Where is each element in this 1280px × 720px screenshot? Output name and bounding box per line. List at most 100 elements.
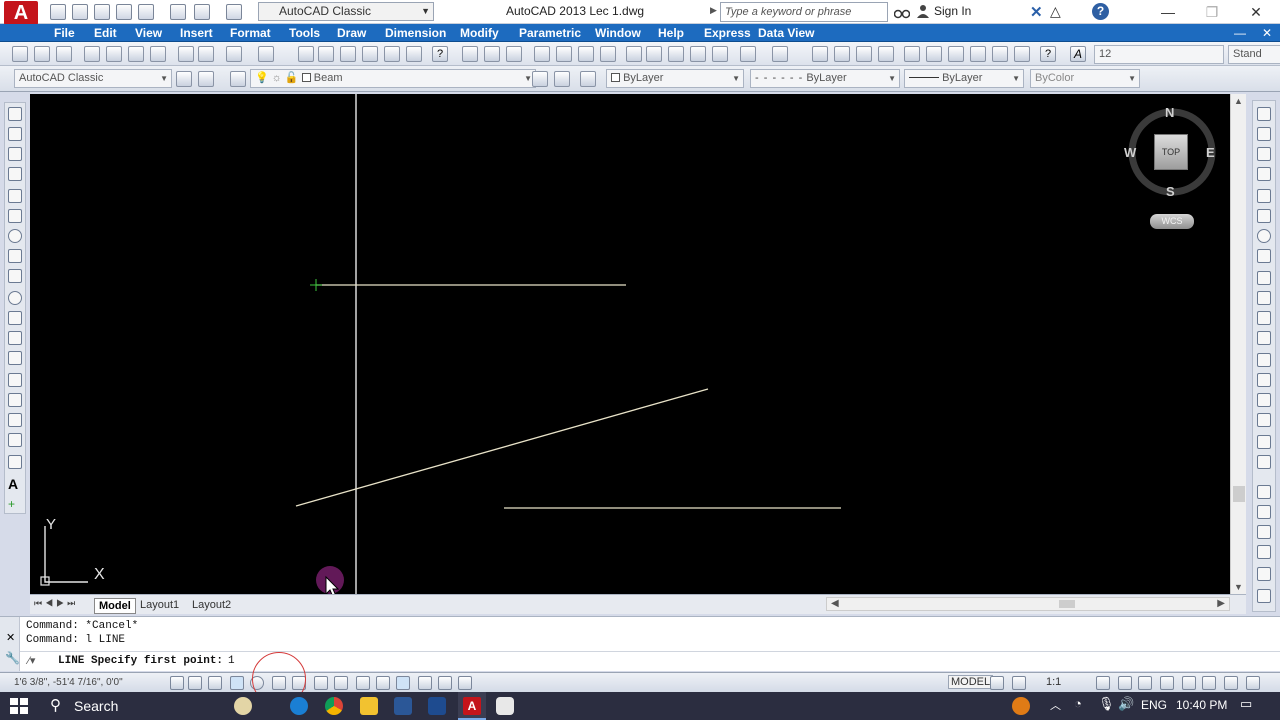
ellipse-arc-icon[interactable] — [8, 311, 22, 325]
redo-icon[interactable] — [258, 46, 274, 62]
menu-minimize-icon[interactable]: — — [1234, 26, 1246, 40]
break-at-point-icon[interactable] — [1257, 331, 1271, 345]
save-icon[interactable] — [94, 4, 110, 20]
tool-palettes-icon[interactable] — [948, 46, 964, 62]
user-icon[interactable] — [916, 4, 930, 18]
binoculars-icon[interactable] — [893, 4, 911, 20]
annotation-scale[interactable]: 1:1 — [1046, 676, 1061, 688]
add-selected-icon[interactable]: + — [8, 497, 22, 511]
revision-cloud-icon[interactable] — [8, 249, 22, 263]
make-block-icon[interactable] — [8, 351, 22, 365]
close-button[interactable]: ✕ — [1236, 2, 1276, 22]
notification-center-icon[interactable]: ▭ — [1240, 696, 1252, 712]
word-icon[interactable] — [394, 697, 412, 715]
publish-icon[interactable] — [138, 4, 154, 20]
sign-in-link[interactable]: Sign In — [934, 4, 971, 18]
array-icon[interactable] — [1257, 189, 1271, 203]
insert-block-icon[interactable] — [8, 331, 22, 345]
design-center-icon[interactable] — [406, 46, 422, 62]
scroll-right-icon[interactable]: ▶ — [1217, 598, 1225, 609]
save-icon-2[interactable] — [506, 46, 522, 62]
zoom-realtime-icon[interactable] — [318, 46, 334, 62]
quickcalc-icon[interactable] — [1014, 46, 1030, 62]
line-icon[interactable] — [8, 107, 22, 121]
erase-icon[interactable] — [1257, 107, 1271, 121]
cut-icon-2[interactable] — [626, 46, 642, 62]
fillet-icon[interactable] — [1257, 413, 1271, 427]
model-space-toggle[interactable]: MODEL — [948, 675, 994, 689]
trim-icon[interactable] — [1257, 291, 1271, 305]
plot-icon[interactable] — [84, 46, 100, 62]
notification-badge-icon[interactable] — [1012, 697, 1030, 715]
compass-east[interactable]: E — [1206, 145, 1215, 160]
vertical-scrollbar[interactable]: ▲ ▼ — [1230, 94, 1246, 594]
undo-icon[interactable] — [194, 4, 210, 20]
ortho-mode-icon[interactable] — [230, 676, 244, 690]
open-icon[interactable] — [34, 46, 50, 62]
menu-close-icon[interactable]: ✕ — [1262, 26, 1272, 40]
workspace-combo[interactable]: AutoCAD Classic ▼ — [14, 69, 172, 88]
plot-preview-icon[interactable] — [106, 46, 122, 62]
markup-icon[interactable] — [992, 46, 1008, 62]
mail-icon[interactable] — [428, 697, 446, 715]
taskbar-search[interactable]: ⚲ Search — [38, 692, 234, 720]
text-height-combo[interactable]: 12 — [1094, 45, 1224, 64]
table-icon[interactable] — [8, 455, 22, 469]
plot-icon-2[interactable] — [534, 46, 550, 62]
compass-north[interactable]: N — [1165, 105, 1174, 120]
coordinate-display[interactable]: 1'6 3/8", -51'4 7/16", 0'0" — [14, 677, 123, 688]
text-style-icon[interactable]: A — [1070, 46, 1086, 62]
compass-west[interactable]: W — [1124, 145, 1136, 160]
quick-view-layouts-icon[interactable] — [990, 676, 1004, 690]
polyline-icon[interactable] — [8, 147, 22, 161]
menu-tools[interactable]: Tools — [289, 25, 320, 41]
compass-south[interactable]: S — [1166, 184, 1175, 199]
command-line-input[interactable]: ⁄▾ LINE Specify first point: 1 — [20, 651, 1280, 671]
annotation-monitor-icon[interactable] — [458, 676, 472, 690]
cut-icon[interactable] — [178, 46, 194, 62]
bring-to-front-icon[interactable] — [1257, 505, 1271, 519]
block-editor-icon[interactable] — [712, 46, 728, 62]
vertical-scroll-thumb[interactable] — [1233, 486, 1245, 502]
rectangle-icon[interactable] — [8, 189, 22, 203]
join-icon[interactable] — [1257, 373, 1271, 387]
workspace-switching-icon[interactable] — [1138, 676, 1152, 690]
extend-icon[interactable] — [1257, 311, 1271, 325]
status-bar-menu-icon[interactable] — [1224, 676, 1238, 690]
food-widget-icon[interactable] — [234, 697, 252, 715]
gradient-icon[interactable] — [8, 413, 22, 427]
arc-icon[interactable] — [8, 209, 22, 223]
menu-view[interactable]: View — [135, 25, 162, 41]
tray-chevron-icon[interactable]: ︿ — [1050, 697, 1061, 713]
help-icon-2[interactable]: ? — [1040, 46, 1056, 62]
send-under-icon[interactable] — [1257, 567, 1271, 581]
properties-icon-2[interactable] — [904, 46, 920, 62]
qnew-icon[interactable] — [12, 46, 28, 62]
autocad-taskbar-button[interactable]: A — [458, 692, 486, 720]
spline-icon[interactable] — [8, 269, 22, 283]
new-icon[interactable] — [50, 4, 66, 20]
region-icon[interactable] — [8, 433, 22, 447]
auto-scale-icon[interactable] — [1118, 676, 1132, 690]
paste-icon[interactable] — [668, 46, 684, 62]
snap-mode-icon[interactable] — [188, 676, 202, 690]
zoom-window-icon[interactable] — [340, 46, 356, 62]
break-icon[interactable] — [1257, 353, 1271, 367]
move-icon[interactable] — [1257, 209, 1271, 223]
menu-dimension[interactable]: Dimension — [385, 25, 446, 41]
redo-icon[interactable] — [226, 4, 242, 20]
chrome-icon[interactable] — [325, 697, 343, 715]
design-center-icon-2[interactable] — [926, 46, 942, 62]
horizontal-scrollbar[interactable]: ◀ ▶ — [826, 597, 1230, 611]
lineweight-combo[interactable]: ByLayer ▼ — [904, 69, 1024, 88]
application-menu-button[interactable]: A — [4, 1, 38, 25]
wrench-icon[interactable]: 🔧 — [5, 651, 20, 665]
pan-icon-2[interactable] — [812, 46, 828, 62]
layer-state-icon[interactable] — [580, 71, 596, 87]
rotate-icon[interactable] — [1257, 229, 1271, 243]
publish-icon-2[interactable] — [578, 46, 594, 62]
send-to-back-icon[interactable] — [1257, 525, 1271, 539]
lineweight-toggle-icon[interactable] — [376, 676, 390, 690]
menu-insert[interactable]: Insert — [180, 25, 213, 41]
tab-layout1[interactable]: Layout1 — [140, 598, 179, 612]
